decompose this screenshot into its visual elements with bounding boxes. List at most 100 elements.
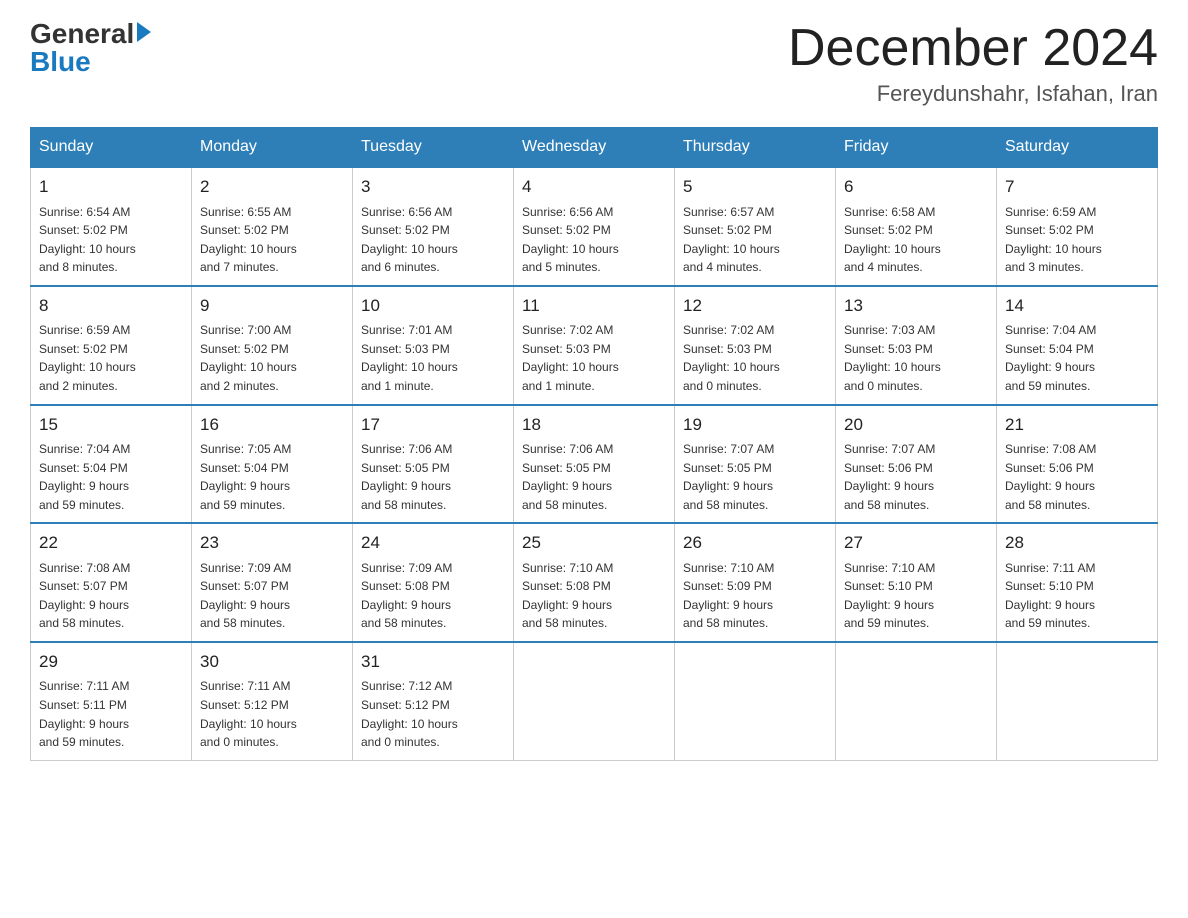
calendar-cell: 23 Sunrise: 7:09 AM Sunset: 5:07 PM Dayli… <box>192 523 353 642</box>
calendar-cell: 7 Sunrise: 6:59 AM Sunset: 5:02 PM Daylig… <box>997 167 1158 286</box>
day-info: Sunrise: 7:09 AM Sunset: 5:08 PM Dayligh… <box>361 559 505 633</box>
calendar-cell: 17Sunrise: 7:06 AM Sunset: 5:05 PM Dayli… <box>353 405 514 524</box>
title-section: December 2024 Fereydunshahr, Isfahan, Ir… <box>788 20 1158 107</box>
day-number: 4 <box>522 174 666 200</box>
day-number: 27 <box>844 530 988 556</box>
location-subtitle: Fereydunshahr, Isfahan, Iran <box>788 81 1158 107</box>
page-header: General Blue December 2024 Fereydunshahr… <box>30 20 1158 107</box>
calendar-cell <box>997 642 1158 760</box>
calendar-cell: 11Sunrise: 7:02 AM Sunset: 5:03 PM Dayli… <box>514 286 675 405</box>
day-number: 25 <box>522 530 666 556</box>
calendar-cell: 15Sunrise: 7:04 AM Sunset: 5:04 PM Dayli… <box>31 405 192 524</box>
calendar-header-row: SundayMondayTuesdayWednesdayThursdayFrid… <box>31 128 1158 168</box>
day-info: Sunrise: 7:01 AM Sunset: 5:03 PM Dayligh… <box>361 321 505 395</box>
day-number: 15 <box>39 412 183 438</box>
day-number: 16 <box>200 412 344 438</box>
day-number: 21 <box>1005 412 1149 438</box>
logo: General Blue <box>30 20 151 76</box>
calendar-cell: 9Sunrise: 7:00 AM Sunset: 5:02 PM Daylig… <box>192 286 353 405</box>
calendar-cell: 6 Sunrise: 6:58 AM Sunset: 5:02 PM Daylig… <box>836 167 997 286</box>
column-header-friday: Friday <box>836 128 997 168</box>
day-number: 1 <box>39 174 183 200</box>
day-number: 12 <box>683 293 827 319</box>
column-header-wednesday: Wednesday <box>514 128 675 168</box>
day-info: Sunrise: 7:09 AM Sunset: 5:07 PM Dayligh… <box>200 559 344 633</box>
day-info: Sunrise: 7:08 AM Sunset: 5:06 PM Dayligh… <box>1005 440 1149 514</box>
day-info: Sunrise: 7:03 AM Sunset: 5:03 PM Dayligh… <box>844 321 988 395</box>
calendar-cell: 24 Sunrise: 7:09 AM Sunset: 5:08 PM Dayli… <box>353 523 514 642</box>
calendar-cell: 18Sunrise: 7:06 AM Sunset: 5:05 PM Dayli… <box>514 405 675 524</box>
calendar-week-row: 15Sunrise: 7:04 AM Sunset: 5:04 PM Dayli… <box>31 405 1158 524</box>
day-number: 6 <box>844 174 988 200</box>
calendar-cell: 14Sunrise: 7:04 AM Sunset: 5:04 PM Dayli… <box>997 286 1158 405</box>
day-info: Sunrise: 7:06 AM Sunset: 5:05 PM Dayligh… <box>522 440 666 514</box>
calendar-cell: 25 Sunrise: 7:10 AM Sunset: 5:08 PM Dayli… <box>514 523 675 642</box>
day-info: Sunrise: 7:07 AM Sunset: 5:06 PM Dayligh… <box>844 440 988 514</box>
day-info: Sunrise: 7:04 AM Sunset: 5:04 PM Dayligh… <box>1005 321 1149 395</box>
calendar-cell: 29Sunrise: 7:11 AM Sunset: 5:11 PM Dayli… <box>31 642 192 760</box>
logo-general-text: General <box>30 20 134 48</box>
day-number: 2 <box>200 174 344 200</box>
column-header-sunday: Sunday <box>31 128 192 168</box>
day-number: 23 <box>200 530 344 556</box>
calendar-cell: 22Sunrise: 7:08 AM Sunset: 5:07 PM Dayli… <box>31 523 192 642</box>
month-year-title: December 2024 <box>788 20 1158 77</box>
calendar-cell: 3 Sunrise: 6:56 AM Sunset: 5:02 PM Daylig… <box>353 167 514 286</box>
day-number: 7 <box>1005 174 1149 200</box>
calendar-week-row: 8Sunrise: 6:59 AM Sunset: 5:02 PM Daylig… <box>31 286 1158 405</box>
day-number: 9 <box>200 293 344 319</box>
day-number: 3 <box>361 174 505 200</box>
calendar-cell: 4Sunrise: 6:56 AM Sunset: 5:02 PM Daylig… <box>514 167 675 286</box>
day-number: 5 <box>683 174 827 200</box>
calendar-week-row: 1 Sunrise: 6:54 AM Sunset: 5:02 PM Daylig… <box>31 167 1158 286</box>
calendar-cell: 26 Sunrise: 7:10 AM Sunset: 5:09 PM Dayli… <box>675 523 836 642</box>
column-header-monday: Monday <box>192 128 353 168</box>
calendar-cell: 2 Sunrise: 6:55 AM Sunset: 5:02 PM Daylig… <box>192 167 353 286</box>
calendar-cell: 13Sunrise: 7:03 AM Sunset: 5:03 PM Dayli… <box>836 286 997 405</box>
day-number: 24 <box>361 530 505 556</box>
day-info: Sunrise: 7:02 AM Sunset: 5:03 PM Dayligh… <box>522 321 666 395</box>
day-number: 26 <box>683 530 827 556</box>
calendar-cell: 27 Sunrise: 7:10 AM Sunset: 5:10 PM Dayli… <box>836 523 997 642</box>
day-info: Sunrise: 7:00 AM Sunset: 5:02 PM Dayligh… <box>200 321 344 395</box>
calendar-cell: 8Sunrise: 6:59 AM Sunset: 5:02 PM Daylig… <box>31 286 192 405</box>
day-info: Sunrise: 7:10 AM Sunset: 5:10 PM Dayligh… <box>844 559 988 633</box>
day-info: Sunrise: 6:56 AM Sunset: 5:02 PM Dayligh… <box>361 203 505 277</box>
calendar-cell: 28 Sunrise: 7:11 AM Sunset: 5:10 PM Dayli… <box>997 523 1158 642</box>
day-info: Sunrise: 7:07 AM Sunset: 5:05 PM Dayligh… <box>683 440 827 514</box>
calendar-week-row: 29Sunrise: 7:11 AM Sunset: 5:11 PM Dayli… <box>31 642 1158 760</box>
day-number: 28 <box>1005 530 1149 556</box>
calendar-cell: 20Sunrise: 7:07 AM Sunset: 5:06 PM Dayli… <box>836 405 997 524</box>
day-info: Sunrise: 7:12 AM Sunset: 5:12 PM Dayligh… <box>361 677 505 751</box>
column-header-tuesday: Tuesday <box>353 128 514 168</box>
calendar-cell: 16Sunrise: 7:05 AM Sunset: 5:04 PM Dayli… <box>192 405 353 524</box>
day-info: Sunrise: 6:59 AM Sunset: 5:02 PM Dayligh… <box>1005 203 1149 277</box>
day-number: 29 <box>39 649 183 675</box>
day-info: Sunrise: 7:06 AM Sunset: 5:05 PM Dayligh… <box>361 440 505 514</box>
calendar-cell <box>675 642 836 760</box>
day-info: Sunrise: 6:58 AM Sunset: 5:02 PM Dayligh… <box>844 203 988 277</box>
day-number: 22 <box>39 530 183 556</box>
day-info: Sunrise: 7:11 AM Sunset: 5:10 PM Dayligh… <box>1005 559 1149 633</box>
day-number: 30 <box>200 649 344 675</box>
day-info: Sunrise: 7:10 AM Sunset: 5:09 PM Dayligh… <box>683 559 827 633</box>
day-info: Sunrise: 6:55 AM Sunset: 5:02 PM Dayligh… <box>200 203 344 277</box>
day-info: Sunrise: 7:11 AM Sunset: 5:12 PM Dayligh… <box>200 677 344 751</box>
logo-blue-text: Blue <box>30 48 91 76</box>
day-info: Sunrise: 7:04 AM Sunset: 5:04 PM Dayligh… <box>39 440 183 514</box>
calendar-cell: 5 Sunrise: 6:57 AM Sunset: 5:02 PM Daylig… <box>675 167 836 286</box>
calendar-table: SundayMondayTuesdayWednesdayThursdayFrid… <box>30 127 1158 761</box>
day-info: Sunrise: 7:10 AM Sunset: 5:08 PM Dayligh… <box>522 559 666 633</box>
calendar-cell: 10Sunrise: 7:01 AM Sunset: 5:03 PM Dayli… <box>353 286 514 405</box>
calendar-cell: 19Sunrise: 7:07 AM Sunset: 5:05 PM Dayli… <box>675 405 836 524</box>
column-header-saturday: Saturday <box>997 128 1158 168</box>
day-number: 14 <box>1005 293 1149 319</box>
day-info: Sunrise: 6:54 AM Sunset: 5:02 PM Dayligh… <box>39 203 183 277</box>
calendar-cell: 30Sunrise: 7:11 AM Sunset: 5:12 PM Dayli… <box>192 642 353 760</box>
day-info: Sunrise: 6:57 AM Sunset: 5:02 PM Dayligh… <box>683 203 827 277</box>
day-number: 20 <box>844 412 988 438</box>
day-info: Sunrise: 7:11 AM Sunset: 5:11 PM Dayligh… <box>39 677 183 751</box>
day-number: 17 <box>361 412 505 438</box>
day-number: 18 <box>522 412 666 438</box>
day-number: 13 <box>844 293 988 319</box>
